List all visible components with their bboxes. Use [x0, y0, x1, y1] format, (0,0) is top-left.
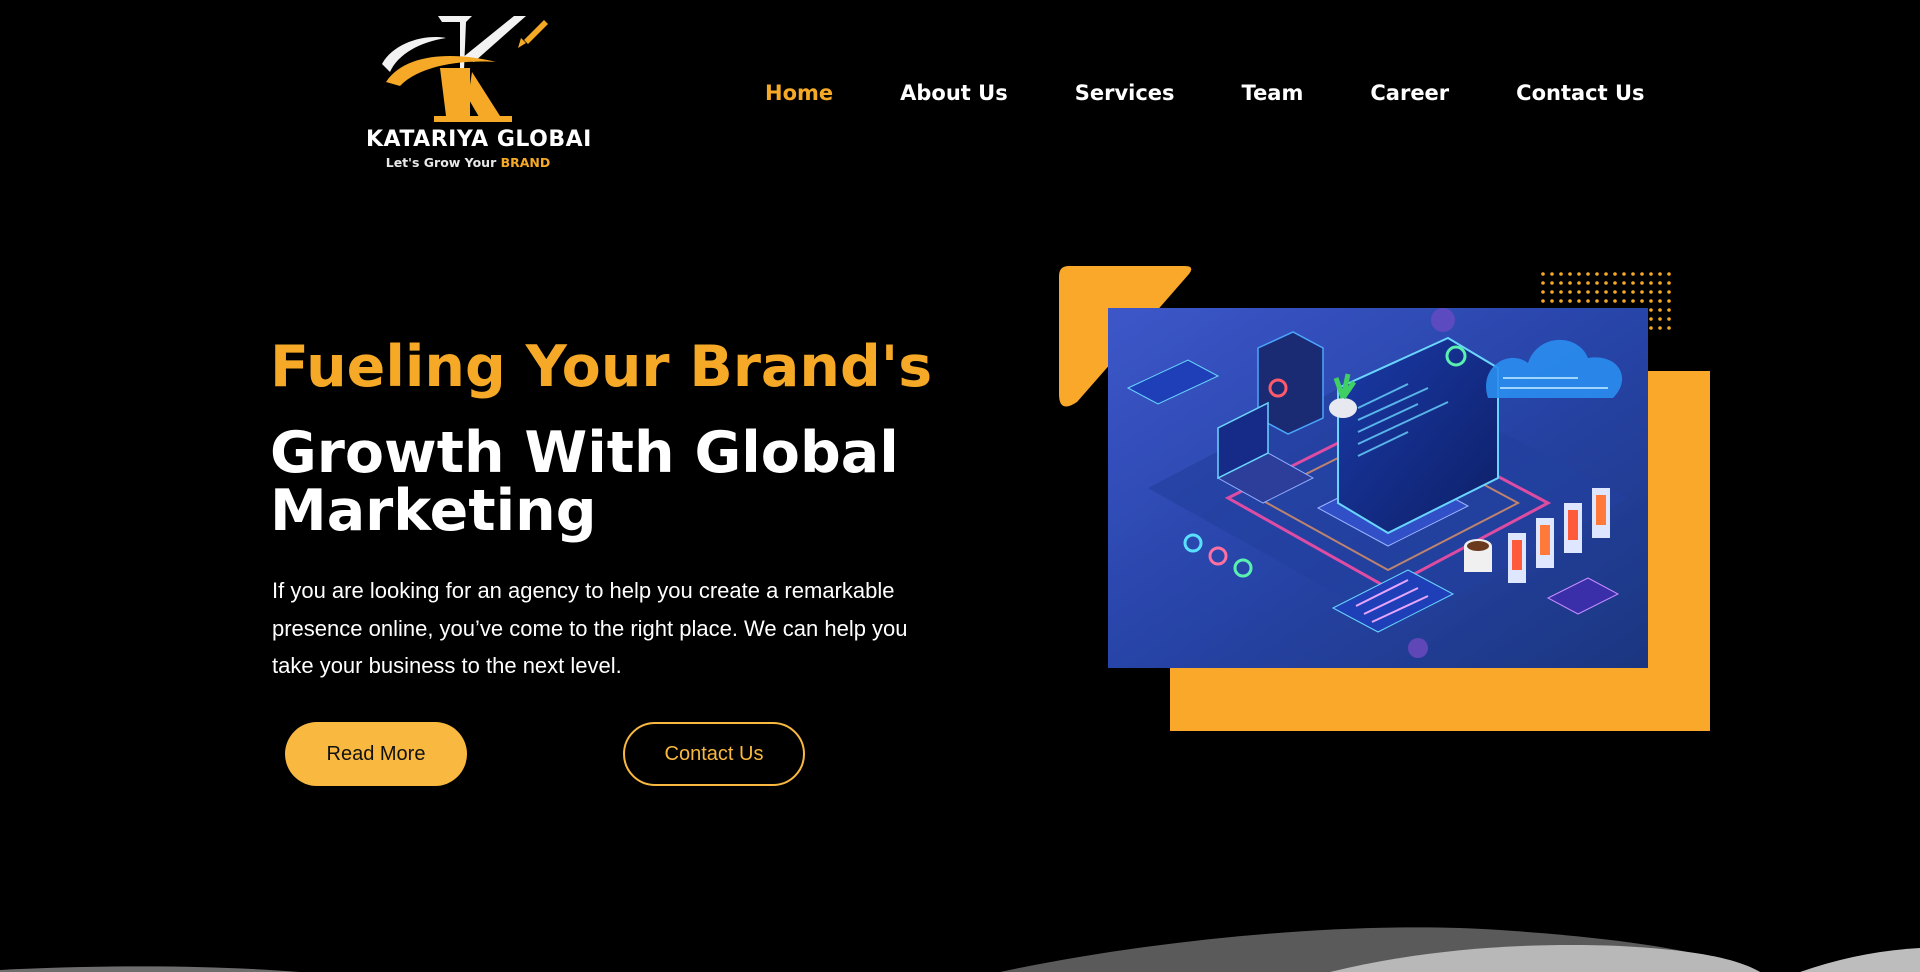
decorative-dot — [1658, 317, 1662, 321]
decorative-dot — [1622, 290, 1626, 294]
decorative-dot — [1649, 326, 1653, 330]
decorative-dot — [1658, 326, 1662, 330]
nav-contact-us[interactable]: Contact Us — [1516, 81, 1644, 105]
decorative-dot — [1577, 281, 1581, 285]
decorative-dot — [1559, 281, 1563, 285]
decorative-dot — [1667, 326, 1671, 330]
nav-services[interactable]: Services — [1075, 81, 1175, 105]
hero-tech-image — [1108, 308, 1648, 668]
decorative-dot — [1550, 281, 1554, 285]
decorative-dot — [1559, 299, 1563, 303]
decorative-dot — [1640, 272, 1644, 276]
decorative-dot — [1586, 299, 1590, 303]
decorative-dot — [1568, 290, 1572, 294]
decorative-dot — [1586, 272, 1590, 276]
decorative-dot — [1658, 281, 1662, 285]
nav-home[interactable]: Home — [765, 81, 833, 105]
logo-tagline-highlight: BRAND — [500, 155, 551, 170]
decorative-dot — [1568, 272, 1572, 276]
decorative-dot — [1550, 272, 1554, 276]
decorative-dot — [1595, 281, 1599, 285]
decorative-dot — [1667, 272, 1671, 276]
decorative-dot — [1613, 281, 1617, 285]
decorative-dot — [1622, 299, 1626, 303]
decorative-dot — [1649, 317, 1653, 321]
decorative-dot — [1667, 308, 1671, 312]
decorative-dot — [1640, 299, 1644, 303]
decorative-dot — [1658, 272, 1662, 276]
decorative-dot — [1577, 290, 1581, 294]
decorative-dot — [1541, 272, 1545, 276]
decorative-dot — [1667, 317, 1671, 321]
decorative-dot — [1667, 281, 1671, 285]
logo-tagline: Let's Grow Your BRAND — [366, 155, 570, 170]
decorative-dot — [1613, 272, 1617, 276]
logo-k-icon — [382, 16, 548, 122]
decorative-dot — [1595, 299, 1599, 303]
isometric-tech-illustration-icon — [1108, 308, 1648, 668]
decorative-dot — [1541, 290, 1545, 294]
decorative-dot — [1568, 299, 1572, 303]
decorative-dot — [1550, 290, 1554, 294]
nav-team[interactable]: Team — [1242, 81, 1304, 105]
decorative-dot — [1604, 281, 1608, 285]
brand-logo[interactable]: KATARIYA GLOBAI Let's Grow Your BRAND — [366, 12, 592, 172]
decorative-dot — [1559, 290, 1563, 294]
decorative-dot — [1640, 290, 1644, 294]
decorative-dot — [1640, 281, 1644, 285]
decorative-dot — [1550, 299, 1554, 303]
decorative-dot — [1631, 272, 1635, 276]
read-more-button[interactable]: Read More — [285, 722, 467, 786]
decorative-dot — [1586, 290, 1590, 294]
hero-description: If you are looking for an agency to help… — [272, 578, 908, 678]
nav-career[interactable]: Career — [1370, 81, 1449, 105]
decorative-dot — [1613, 290, 1617, 294]
decorative-dot — [1667, 290, 1671, 294]
decorative-dot — [1622, 281, 1626, 285]
decorative-dot — [1658, 290, 1662, 294]
decorative-dot — [1622, 272, 1626, 276]
decorative-bottom-wave — [0, 927, 1920, 972]
decorative-dot — [1658, 299, 1662, 303]
decorative-dot — [1586, 281, 1590, 285]
logo-tagline-prefix: Let's Grow Your — [385, 155, 501, 170]
nav-about-us[interactable]: About Us — [900, 81, 1008, 105]
decorative-dot — [1667, 299, 1671, 303]
decorative-dot — [1649, 299, 1653, 303]
decorative-dot — [1604, 272, 1608, 276]
decorative-dot — [1559, 272, 1563, 276]
decorative-dot — [1649, 308, 1653, 312]
decorative-dot — [1577, 272, 1581, 276]
decorative-dot — [1541, 281, 1545, 285]
decorative-dot — [1541, 299, 1545, 303]
decorative-dot — [1631, 281, 1635, 285]
main-nav: Home About Us Services Team Career Conta… — [765, 76, 1645, 110]
decorative-dot — [1604, 290, 1608, 294]
decorative-dot — [1613, 299, 1617, 303]
decorative-dot — [1631, 299, 1635, 303]
decorative-dot — [1631, 290, 1635, 294]
decorative-dot — [1604, 299, 1608, 303]
decorative-dot — [1649, 290, 1653, 294]
contact-us-button[interactable]: Contact Us — [623, 722, 805, 786]
decorative-dot — [1568, 281, 1572, 285]
logo-brand-name: KATARIYA GLOBAI — [366, 127, 592, 152]
decorative-dot — [1595, 290, 1599, 294]
decorative-dot — [1658, 308, 1662, 312]
hero-headline-main: Growth With Global Marketing — [270, 420, 899, 544]
decorative-dot — [1577, 299, 1581, 303]
hero-headline-accent: Fueling Your Brand's — [270, 334, 933, 400]
decorative-dot — [1649, 272, 1653, 276]
decorative-dot — [1649, 281, 1653, 285]
decorative-dot — [1595, 272, 1599, 276]
